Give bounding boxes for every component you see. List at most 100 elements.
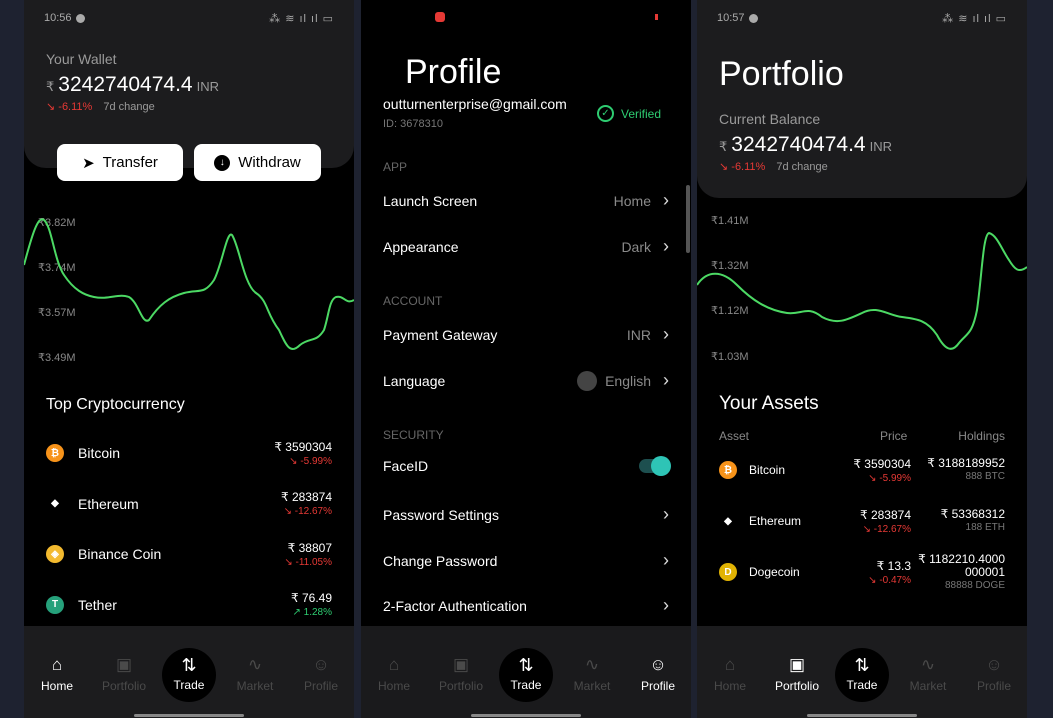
wallet-balance: ₹ 3242740474.4 INR — [46, 73, 219, 96]
wallet-price-chart — [24, 218, 354, 350]
chevron-right-icon: › — [663, 504, 669, 524]
down-arrow-icon: ↘ — [868, 472, 877, 484]
chevron-right-icon: › — [663, 236, 669, 256]
status-bar: 10:56 ⁂ ≋ ıl ıl ▭ — [44, 10, 334, 26]
down-arrow-icon: ↘ — [868, 574, 877, 586]
asset-name: Bitcoin — [749, 463, 786, 477]
setting-language[interactable]: Language English › — [383, 370, 669, 391]
chevron-right-icon: › — [663, 550, 669, 570]
setting-change-password[interactable]: Change Password › — [383, 550, 669, 571]
wallet-label: Your Wallet — [46, 51, 117, 67]
home-icon: ⌂ — [388, 655, 400, 674]
coin-name: Binance Coin — [78, 546, 162, 562]
setting-launch-screen[interactable]: Launch Screen Home › — [383, 190, 669, 211]
setting-appearance[interactable]: Appearance Dark › — [383, 236, 669, 257]
down-arrow-icon: ↘ — [719, 161, 729, 173]
swap-icon: ⇅ — [854, 655, 870, 675]
faceid-toggle[interactable] — [639, 456, 671, 476]
verified-badge: ✓ Verified — [597, 105, 661, 122]
bottom-nav: ⌂ Home ▣ Portfolio ⇅ Trade ∿ Market ☺ Profile — [24, 626, 354, 718]
bottom-nav: ⌂ Home ▣ Portfolio ⇅ Trade ∿ Market ☺ Profile — [697, 626, 1027, 718]
page-title: Profile — [405, 53, 502, 91]
home-indicator — [134, 714, 244, 717]
briefcase-icon: ▣ — [452, 655, 470, 674]
nav-portfolio[interactable]: ▣ Portfolio — [431, 655, 491, 693]
asset-list-item[interactable]: ◆ Ethereum ₹ 283874 ↘ -12.67% ₹ 53368312… — [719, 503, 1005, 539]
nav-trade[interactable]: ⇅ Trade — [835, 648, 889, 702]
wallet-chart-line — [24, 218, 354, 350]
nav-market[interactable]: ∿ Market — [225, 655, 285, 693]
asset-price: ₹ 3590304 — [853, 456, 911, 471]
status-icons: ⁂ ≋ ıl ıl ▭ — [942, 12, 1007, 25]
person-icon: ☺ — [985, 655, 1003, 674]
balance-label: Current Balance — [719, 111, 821, 127]
asset-quantity: 188 ETH — [965, 522, 1005, 533]
portfolio-price-chart — [697, 231, 1027, 350]
nav-profile[interactable]: ☺ Profile — [291, 655, 351, 693]
nav-home[interactable]: ⌂ Home — [700, 655, 760, 693]
down-arrow-icon: ↘ — [862, 523, 871, 535]
check-circle-icon: ✓ — [597, 105, 614, 122]
page-title: Portfolio — [719, 55, 844, 93]
nav-portfolio[interactable]: ▣ Portfolio — [767, 655, 827, 693]
asset-name: Dogecoin — [749, 565, 800, 579]
setting-payment-gateway[interactable]: Payment Gateway INR › — [383, 324, 669, 345]
withdraw-button[interactable]: ↓ Withdraw — [194, 144, 321, 181]
status-time: 10:56 — [44, 12, 72, 24]
assets-title: Your Assets — [719, 393, 819, 414]
nav-trade[interactable]: ⇅ Trade — [499, 648, 553, 702]
asset-change: ↘ -0.47% — [868, 574, 911, 586]
asset-holdings: ₹ 1182210.4000 — [918, 551, 1005, 566]
section-app: APP — [383, 160, 408, 174]
wallet-change: ↘ -6.11% 7d change — [46, 101, 155, 113]
down-arrow-icon: ↘ — [46, 101, 56, 113]
asset-quantity: 88888 DOGE — [944, 579, 1005, 591]
ethereum-icon: ◆ — [719, 512, 737, 530]
nav-home[interactable]: ⌂ Home — [27, 655, 87, 693]
asset-price: ₹ 13.3 — [876, 558, 911, 573]
asset-list-item[interactable]: ₿ Bitcoin ₹ 3590304 ↘ -5.99% ₹ 318818995… — [719, 452, 1005, 488]
binance-icon: ◈ — [46, 545, 64, 563]
nav-profile[interactable]: ☺ Profile — [964, 655, 1024, 693]
crypto-list-item[interactable]: ₿ Bitcoin ₹ 3590304 ↘ -5.99% — [46, 436, 332, 470]
person-icon: ☺ — [312, 655, 330, 674]
chevron-right-icon: › — [663, 190, 669, 210]
header-holdings: Holdings — [958, 429, 1005, 443]
asset-holdings: ₹ 3188189952 — [927, 456, 1005, 470]
dogecoin-icon: D — [719, 563, 737, 581]
profile-email: outturnenterprise@gmail.com — [383, 96, 567, 112]
nav-market[interactable]: ∿ Market — [898, 655, 958, 693]
nav-portfolio[interactable]: ▣ Portfolio — [94, 655, 154, 693]
portfolio-screen: 10:57 ⁂ ≋ ıl ıl ▭ Portfolio Current Bala… — [697, 0, 1027, 718]
wallet-screen: 10:56 ⁂ ≋ ıl ıl ▭ Your Wallet ₹ 32427404… — [24, 0, 354, 718]
crypto-list-item[interactable]: ◆ Ethereum ₹ 283874 ↘ -12.67% — [46, 487, 332, 521]
scrollbar[interactable] — [686, 185, 690, 253]
profile-screen: Profile outturnenterprise@gmail.com ID: … — [361, 0, 691, 718]
home-icon: ⌂ — [724, 655, 736, 674]
asset-holdings: 000001 — [964, 564, 1005, 579]
asset-quantity: 888 BTC — [965, 471, 1005, 482]
nav-home[interactable]: ⌂ Home — [364, 655, 424, 693]
crypto-list-item[interactable]: T Tether ₹ 76.49 ↗ 1.28% — [46, 588, 332, 622]
up-arrow-icon: ↗ — [292, 607, 301, 618]
chevron-right-icon: › — [663, 324, 669, 344]
transfer-button[interactable]: ➤ Transfer — [57, 144, 183, 181]
bottom-nav: ⌂ Home ▣ Portfolio ⇅ Trade ∿ Market ☺ Profile — [361, 626, 691, 718]
nav-market[interactable]: ∿ Market — [562, 655, 622, 693]
setting-password-settings[interactable]: Password Settings › — [383, 504, 669, 525]
asset-list-item[interactable]: D Dogecoin ₹ 13.3 ↘ -0.47% ₹ 1182210.400… — [719, 551, 1005, 591]
bitcoin-icon: ₿ — [46, 444, 64, 462]
pulse-icon: ∿ — [247, 655, 263, 674]
down-arrow-icon: ↘ — [283, 506, 292, 517]
profile-id: ID: 3678310 — [383, 118, 443, 130]
crypto-list-item[interactable]: ◈ Binance Coin ₹ 38807 ↘ -11.05% — [46, 537, 332, 571]
person-icon: ☺ — [649, 655, 667, 674]
portfolio-card: 10:57 ⁂ ≋ ıl ıl ▭ Portfolio Current Bala… — [697, 0, 1027, 198]
ethereum-icon: ◆ — [46, 494, 64, 513]
nav-profile[interactable]: ☺ Profile — [628, 655, 688, 693]
pulse-icon: ∿ — [920, 655, 936, 674]
nav-trade[interactable]: ⇅ Trade — [162, 648, 216, 702]
setting-two-factor[interactable]: 2-Factor Authentication › — [383, 595, 669, 616]
header-asset: Asset — [719, 429, 750, 443]
asset-price: ₹ 283874 — [859, 507, 911, 522]
